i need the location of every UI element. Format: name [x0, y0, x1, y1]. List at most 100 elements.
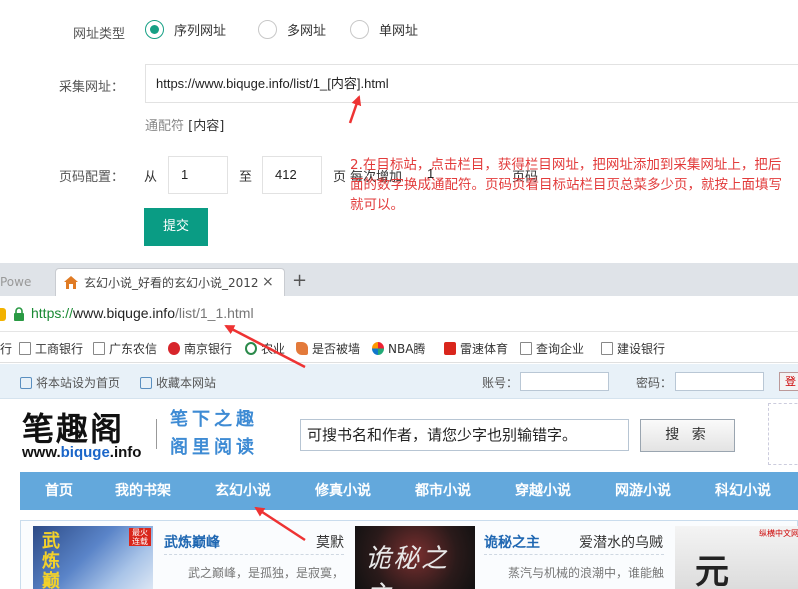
set-home-link[interactable]: 将本站设为首页 — [20, 374, 120, 391]
wildcard-hint: 通配符 [内容] — [145, 115, 224, 134]
bookmark-item[interactable]: 南京银行 — [168, 340, 232, 357]
address-url[interactable]: https://www.biquge.info/list/1_1.html — [31, 305, 254, 321]
account-input[interactable] — [520, 372, 609, 391]
bookmark-label: 行 — [0, 342, 13, 356]
bookmark-star-icon — [0, 308, 6, 321]
book-divider — [164, 554, 344, 555]
wildcard-hint-prefix: 通配符 — [145, 119, 185, 134]
bookmark-item[interactable]: NBA腾 — [372, 340, 425, 357]
logo-slogan: 笔下之趣 阁里阅读 — [170, 406, 258, 462]
password-label: 密码： — [636, 376, 673, 390]
bookmark-label: 建设银行 — [617, 342, 666, 356]
bookmark-label: 农业 — [261, 342, 286, 356]
browser-window: Powe 玄幻小说_好看的玄幻小说_2012 × + https://www.b… — [0, 263, 798, 589]
nav-item-xiuzhen[interactable]: 修真小说 — [315, 472, 371, 510]
cover-title: 元 — [695, 552, 729, 589]
url-type-radio-group: 序列网址 多网址 单网址 — [145, 20, 442, 39]
doc-icon — [601, 342, 613, 355]
bookmark-label: 查询企业 — [536, 342, 585, 356]
bookmark-label: NBA腾 — [388, 342, 426, 356]
collect-url-input[interactable]: https://www.biquge.info/list/1_[内容].html — [145, 64, 798, 103]
radio-multi-url[interactable]: 多网址 — [258, 20, 326, 39]
wildcard-hint-value: [内容] — [188, 119, 225, 134]
instruction-note: 2.在目标站，点击栏目，获得栏目网址，把网址添加到采集网址上，把后面的数字换成通… — [350, 157, 782, 213]
radio-sequence-url[interactable]: 序列网址 — [145, 20, 226, 39]
book-author: 爱潜水的乌贼 — [579, 535, 663, 551]
radio-label: 单网址 — [379, 24, 419, 39]
address-bar[interactable]: https://www.biquge.info/list/1_1.html — [0, 296, 798, 332]
bookmark-site-label: 收藏本网站 — [156, 376, 217, 390]
book-cover[interactable]: 纵横中文网 元 — [675, 526, 798, 589]
bookmark-item[interactable]: 查询企业 — [520, 340, 584, 357]
radio-single-url[interactable]: 单网址 — [350, 20, 418, 39]
site-nav: 首页 我的书架 玄幻小说 修真小说 都市小说 穿越小说 网游小说 科幻小说 — [20, 472, 798, 510]
from-label: 从 — [144, 170, 158, 185]
logo-url: www.biquge.info — [22, 444, 141, 461]
close-icon[interactable]: × — [262, 268, 274, 296]
nav-item-kehuan[interactable]: 科幻小说 — [715, 472, 771, 510]
logo-slogan-line: 阁里阅读 — [170, 437, 258, 458]
password-input[interactable] — [675, 372, 764, 391]
logo-url-brand: biquge — [60, 444, 110, 461]
bookmark-label: 雷速体育 — [460, 342, 509, 356]
cover-badge: 纵横中文网 — [759, 529, 798, 538]
page-config-label: 页码配置： — [59, 170, 125, 185]
bookmark-item[interactable]: 工商银行 — [19, 340, 83, 357]
doc-icon — [19, 342, 31, 355]
nav-item-xuanhuan[interactable]: 玄幻小说 — [215, 472, 271, 510]
home-icon — [64, 276, 78, 289]
tab-inactive[interactable]: Powe — [0, 268, 48, 296]
nav-item-bookshelf[interactable]: 我的书架 — [115, 472, 171, 510]
url-type-label: 网址类型 — [73, 27, 126, 42]
book-title[interactable]: 武炼巅峰 — [164, 532, 220, 552]
from-page-input[interactable]: 1 — [168, 156, 228, 194]
header-ad-box — [768, 403, 798, 465]
login-button[interactable]: 登 — [779, 372, 798, 391]
bookmark-icon — [140, 376, 152, 389]
tab-active[interactable]: 玄幻小说_好看的玄幻小说_2012 — [55, 268, 285, 296]
set-home-label: 将本站设为首页 — [36, 376, 121, 390]
page-unit-label: 页 — [333, 170, 347, 185]
url-path: /list/1_1.html — [174, 305, 254, 321]
bookmark-item[interactable]: 农业 — [245, 340, 285, 357]
site-search-button[interactable]: 搜 索 — [640, 419, 735, 452]
nav-item-home[interactable]: 首页 — [45, 472, 73, 510]
doc-icon — [520, 342, 532, 355]
nav-item-chuanyue[interactable]: 穿越小说 — [515, 472, 571, 510]
book-desc: 武之巅峰，是孤独，是寂寞， — [188, 566, 345, 580]
url-host: www.biquge.info — [73, 305, 175, 321]
bookmark-item[interactable]: 行 — [0, 340, 12, 357]
site-search-input[interactable]: 可搜书名和作者，请您少字也别输错字。 — [300, 419, 629, 451]
site-logo[interactable]: 笔趣阁 www.biquge.info 笔下之趣 阁里阅读 — [20, 404, 270, 464]
account-label: 账号： — [482, 376, 519, 390]
bookmarks-bar: 行 工商银行 广东农信 南京银行 农业 是否被墙 NBA腾 雷速体育 查询企业 … — [0, 333, 798, 363]
cover-title: 诡秘之主 — [365, 544, 450, 589]
submit-button[interactable]: 提交 — [144, 208, 208, 246]
logo-url-prefix: www. — [22, 444, 61, 461]
multicolor-icon — [372, 342, 384, 355]
cover-badge: 最火连载 — [129, 528, 151, 546]
nav-item-wangyou[interactable]: 网游小说 — [615, 472, 671, 510]
to-label: 至 — [239, 170, 253, 185]
tag-icon — [296, 342, 308, 355]
radio-empty-icon — [258, 20, 278, 39]
bookmark-item[interactable]: 广东农信 — [93, 340, 157, 357]
book-title[interactable]: 诡秘之主 — [484, 532, 540, 552]
radio-selected-icon — [145, 20, 164, 39]
logo-url-suffix: .info — [109, 444, 142, 461]
bookmark-item[interactable]: 雷速体育 — [444, 340, 508, 357]
new-tab-icon[interactable]: + — [292, 267, 307, 295]
nav-item-dushi[interactable]: 都市小说 — [415, 472, 471, 510]
book-cover[interactable]: 诡秘之主 — [355, 526, 475, 589]
doc-icon — [93, 342, 105, 355]
radio-label: 序列网址 — [174, 24, 227, 39]
book-divider — [484, 554, 664, 555]
logo-divider — [156, 419, 157, 449]
url-scheme: https:// — [31, 305, 74, 321]
bookmark-item[interactable]: 建设银行 — [601, 340, 665, 357]
bookmark-site-link[interactable]: 收藏本网站 — [140, 374, 216, 391]
bookmark-item[interactable]: 是否被墙 — [296, 340, 360, 357]
to-page-input[interactable]: 412 — [262, 156, 322, 194]
book-desc: 蒸汽与机械的浪潮中，谁能触 — [508, 566, 665, 580]
book-cover[interactable]: 武炼巅 最火连载 — [33, 526, 153, 589]
